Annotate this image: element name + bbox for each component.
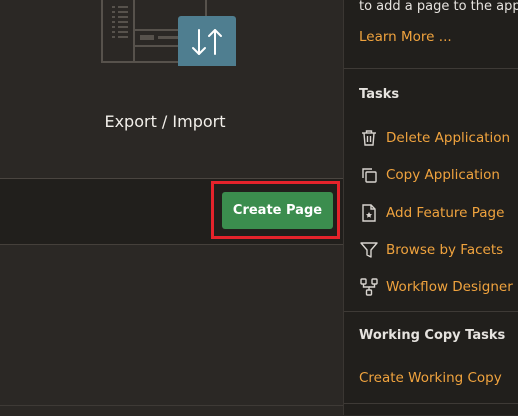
learn-more-link[interactable]: Learn More ... [359, 29, 452, 45]
task-delete-application[interactable]: Delete Application [358, 126, 510, 150]
main-content: Export / Import Create Page [0, 0, 343, 416]
copy-icon [358, 164, 380, 186]
export-import-illustration [101, 0, 236, 66]
task-label: Add Feature Page [386, 205, 505, 221]
export-import-label: Export / Import [104, 112, 226, 131]
bottom-edge [0, 405, 343, 416]
divider [344, 403, 518, 404]
workflow-icon [358, 276, 380, 298]
task-add-feature-page[interactable]: Add Feature Page [358, 201, 504, 225]
create-working-copy-link[interactable]: Create Working Copy [359, 370, 502, 386]
sidebar-intro-text: to add a page to the appl [359, 0, 518, 14]
divider [344, 68, 518, 69]
export-import-card[interactable]: Export / Import [0, 0, 343, 178]
divider [344, 311, 518, 312]
divider [0, 244, 343, 245]
task-browse-by-facets[interactable]: Browse by Facets [358, 238, 503, 262]
task-label: Workflow Designer [386, 279, 513, 295]
sidebar: to add a page to the appl Learn More ...… [343, 0, 518, 415]
trash-icon [358, 127, 380, 149]
task-label: Copy Application [386, 167, 500, 183]
working-copy-tasks-heading: Working Copy Tasks [359, 328, 506, 343]
filter-funnel-icon [358, 239, 380, 261]
tasks-heading: Tasks [359, 87, 400, 102]
task-workflow-designer[interactable]: Workflow Designer [358, 275, 513, 299]
create-page-button[interactable]: Create Page [222, 192, 333, 229]
task-copy-application[interactable]: Copy Application [358, 163, 500, 187]
feature-page-icon [358, 202, 380, 224]
task-label: Delete Application [386, 130, 511, 146]
task-label: Browse by Facets [386, 242, 504, 258]
